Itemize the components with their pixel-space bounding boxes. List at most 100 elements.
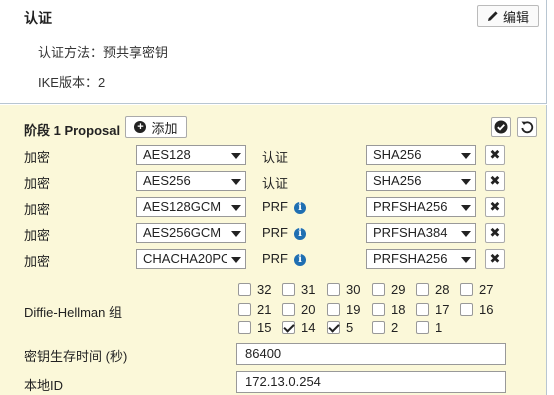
- proposal-row: 加密 AES128 认证 SHA256 ✖: [0, 145, 547, 165]
- dh-group-label: Diffie-Hellman 组: [24, 305, 123, 320]
- ike-version: IKE版本：2: [38, 75, 106, 90]
- add-button-label: 添加: [151, 120, 178, 136]
- prf-value: PRFSHA256: [373, 251, 448, 266]
- dh-group-27[interactable]: 27: [460, 282, 493, 297]
- check-circle-icon: [494, 120, 508, 134]
- caret-down-icon: [231, 231, 241, 237]
- caret-down-icon: [231, 179, 241, 185]
- checkbox-checked[interactable]: [327, 320, 340, 334]
- caret-down-icon: [461, 257, 471, 263]
- checkbox[interactable]: [327, 282, 340, 296]
- checkbox[interactable]: [327, 302, 340, 316]
- prf-value: PRFSHA384: [373, 225, 448, 240]
- local-id-input[interactable]: 172.13.0.254: [236, 371, 506, 393]
- edit-button[interactable]: 编辑: [477, 5, 539, 27]
- encryption-value: AES128GCM: [143, 199, 222, 214]
- dh-group-1[interactable]: 1: [416, 320, 442, 335]
- info-icon[interactable]: i: [294, 254, 306, 266]
- dh-group-20[interactable]: 20: [282, 302, 315, 317]
- local-id-label: 本地ID: [24, 378, 64, 393]
- prf-value: PRFSHA256: [373, 199, 448, 214]
- checkbox[interactable]: [282, 282, 295, 296]
- dh-group-28[interactable]: 28: [416, 282, 449, 297]
- checkbox[interactable]: [372, 282, 385, 296]
- caret-down-icon: [231, 205, 241, 211]
- edit-button-label: 编辑: [502, 9, 529, 25]
- prf-select[interactable]: PRFSHA256: [366, 249, 476, 269]
- info-icon[interactable]: i: [294, 202, 306, 214]
- prf-select[interactable]: PRFSHA256: [366, 197, 476, 217]
- close-icon: ✖: [489, 225, 501, 240]
- reset-button[interactable]: [517, 117, 537, 137]
- checkbox-checked[interactable]: [282, 320, 295, 334]
- proposal-row: 加密 AES256 认证 SHA256 ✖: [0, 171, 547, 191]
- dh-group-21[interactable]: 21: [238, 302, 271, 317]
- checkbox[interactable]: [416, 282, 429, 296]
- encryption-label: 加密: [24, 254, 51, 269]
- proposal-row: 加密 AES128GCM PRF i PRFSHA256 ✖: [0, 197, 547, 217]
- encryption-label: 加密: [24, 150, 51, 165]
- caret-down-icon: [461, 179, 471, 185]
- dh-group-31[interactable]: 31: [282, 282, 315, 297]
- checkbox[interactable]: [460, 302, 473, 316]
- proposal-title: 阶段 1 Proposal: [24, 123, 121, 138]
- checkbox[interactable]: [238, 320, 251, 334]
- encryption-label: 加密: [24, 176, 51, 191]
- encryption-value: AES256: [143, 173, 191, 188]
- dh-group-29[interactable]: 29: [372, 282, 405, 297]
- hash-select[interactable]: SHA256: [366, 145, 476, 165]
- dh-group-16[interactable]: 16: [460, 302, 493, 317]
- checkbox[interactable]: [238, 302, 251, 316]
- caret-down-icon: [231, 153, 241, 159]
- dh-group-30[interactable]: 30: [327, 282, 360, 297]
- caret-down-icon: [461, 153, 471, 159]
- delete-row-button[interactable]: ✖: [485, 145, 505, 165]
- pencil-icon: [487, 11, 498, 21]
- hash-select[interactable]: SHA256: [366, 171, 476, 191]
- encryption-select[interactable]: CHACHA20POLY1305: [136, 249, 246, 269]
- checkbox[interactable]: [416, 320, 429, 334]
- prf-select[interactable]: PRFSHA384: [366, 223, 476, 243]
- auth-method: 认证方法：预共享密钥: [38, 45, 169, 60]
- close-icon: ✖: [489, 147, 501, 162]
- checkbox[interactable]: [460, 282, 473, 296]
- delete-row-button[interactable]: ✖: [485, 249, 505, 269]
- auth-title: 认证: [24, 10, 52, 26]
- proposal-row: 加密 CHACHA20POLY1305 PRFi PRFSHA256 ✖: [0, 249, 547, 269]
- close-icon: ✖: [489, 173, 501, 188]
- hash-value: SHA256: [373, 173, 422, 188]
- encryption-select[interactable]: AES128: [136, 145, 246, 165]
- caret-down-icon: [461, 205, 471, 211]
- caret-down-icon: [231, 257, 241, 263]
- dh-group-5[interactable]: 5: [327, 320, 353, 335]
- proposal-section: 阶段 1 Proposal + 添加 加密 AES128 认证 SHA256 ✖…: [0, 105, 547, 395]
- dh-group-19[interactable]: 19: [327, 302, 360, 317]
- dh-group-15[interactable]: 15: [238, 320, 271, 335]
- dh-group-2[interactable]: 2: [372, 320, 398, 335]
- key-lifetime-label: 密钥生存时间 (秒): [24, 349, 128, 364]
- dh-group-17[interactable]: 17: [416, 302, 449, 317]
- info-icon[interactable]: i: [294, 228, 306, 240]
- encryption-select[interactable]: AES128GCM: [136, 197, 246, 217]
- checkbox[interactable]: [372, 320, 385, 334]
- close-icon: ✖: [489, 251, 501, 266]
- dh-group-18[interactable]: 18: [372, 302, 405, 317]
- dh-group-32[interactable]: 32: [238, 282, 271, 297]
- dh-group-14[interactable]: 14: [282, 320, 315, 335]
- delete-row-button[interactable]: ✖: [485, 223, 505, 243]
- auth-section: 认证 编辑 认证方法：预共享密钥 IKE版本：2: [0, 0, 547, 104]
- delete-row-button[interactable]: ✖: [485, 197, 505, 217]
- delete-row-button[interactable]: ✖: [485, 171, 505, 191]
- encryption-label: 加密: [24, 202, 51, 217]
- hash-label: 认证: [262, 150, 289, 165]
- add-button[interactable]: + 添加: [125, 116, 187, 138]
- checkbox[interactable]: [372, 302, 385, 316]
- proposal-row: 加密 AES256GCM PRF i PRFSHA384 ✖: [0, 223, 547, 243]
- encryption-select[interactable]: AES256GCM: [136, 223, 246, 243]
- checkbox[interactable]: [238, 282, 251, 296]
- confirm-button[interactable]: [491, 117, 511, 137]
- checkbox[interactable]: [416, 302, 429, 316]
- key-lifetime-input[interactable]: 86400: [236, 343, 506, 365]
- encryption-select[interactable]: AES256: [136, 171, 246, 191]
- checkbox[interactable]: [282, 302, 295, 316]
